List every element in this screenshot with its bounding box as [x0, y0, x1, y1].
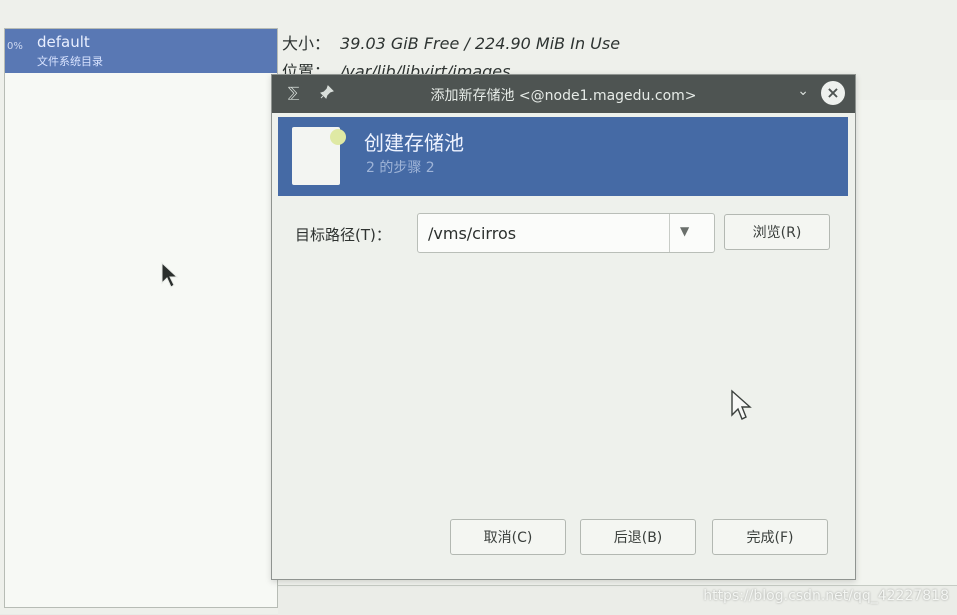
target-path-label: 目标路径(T)：	[295, 226, 391, 244]
pool-name: default	[37, 33, 90, 51]
target-path-combobox[interactable]: /vms/cirros ▼	[417, 213, 715, 253]
finish-button[interactable]: 完成(F)	[712, 519, 828, 555]
size-value: 39.03 GiB Free / 224.90 MiB In Use	[340, 34, 621, 53]
dialog-title: 添加新存储池 <@node1.magedu.com>	[430, 88, 697, 104]
sparkle-icon	[330, 129, 346, 145]
close-icon[interactable]: ×	[821, 81, 845, 105]
pool-usage-marker: 0%	[7, 41, 23, 52]
pool-type: 文件系统目录	[37, 55, 103, 68]
browse-button[interactable]: 浏览(R)	[724, 214, 830, 250]
target-path-value[interactable]: /vms/cirros	[428, 224, 516, 243]
storage-pool-list: 0% default 文件系统目录	[4, 28, 278, 608]
back-button[interactable]: 后退(B)	[580, 519, 696, 555]
cancel-button[interactable]: 取消(C)	[450, 519, 566, 555]
combo-divider	[669, 214, 670, 252]
wizard-title: 创建存储池	[364, 131, 464, 155]
pool-item-default[interactable]: 0% default 文件系统目录	[5, 29, 277, 73]
chevron-down-icon[interactable]: ⌄	[797, 83, 809, 99]
wizard-step: 2 的步骤 2	[366, 160, 435, 176]
size-label: 大小：	[282, 34, 331, 53]
mouse-cursor-icon	[161, 261, 179, 288]
mouse-pointer-icon	[731, 389, 752, 420]
watermark: https://blog.csdn.net/qq_42227818	[703, 588, 949, 604]
dropdown-arrow-icon[interactable]: ▼	[680, 224, 689, 238]
add-storage-pool-dialog: ⅀ 添加新存储池 <@node1.magedu.com> ⌄ × 创建存储池 2…	[271, 74, 856, 580]
wizard-header: 创建存储池 2 的步骤 2	[278, 117, 848, 196]
dialog-titlebar[interactable]: ⅀ 添加新存储池 <@node1.magedu.com> ⌄ ×	[272, 75, 855, 113]
size-detail: 大小： 39.03 GiB Free / 224.90 MiB In Use	[282, 30, 620, 54]
